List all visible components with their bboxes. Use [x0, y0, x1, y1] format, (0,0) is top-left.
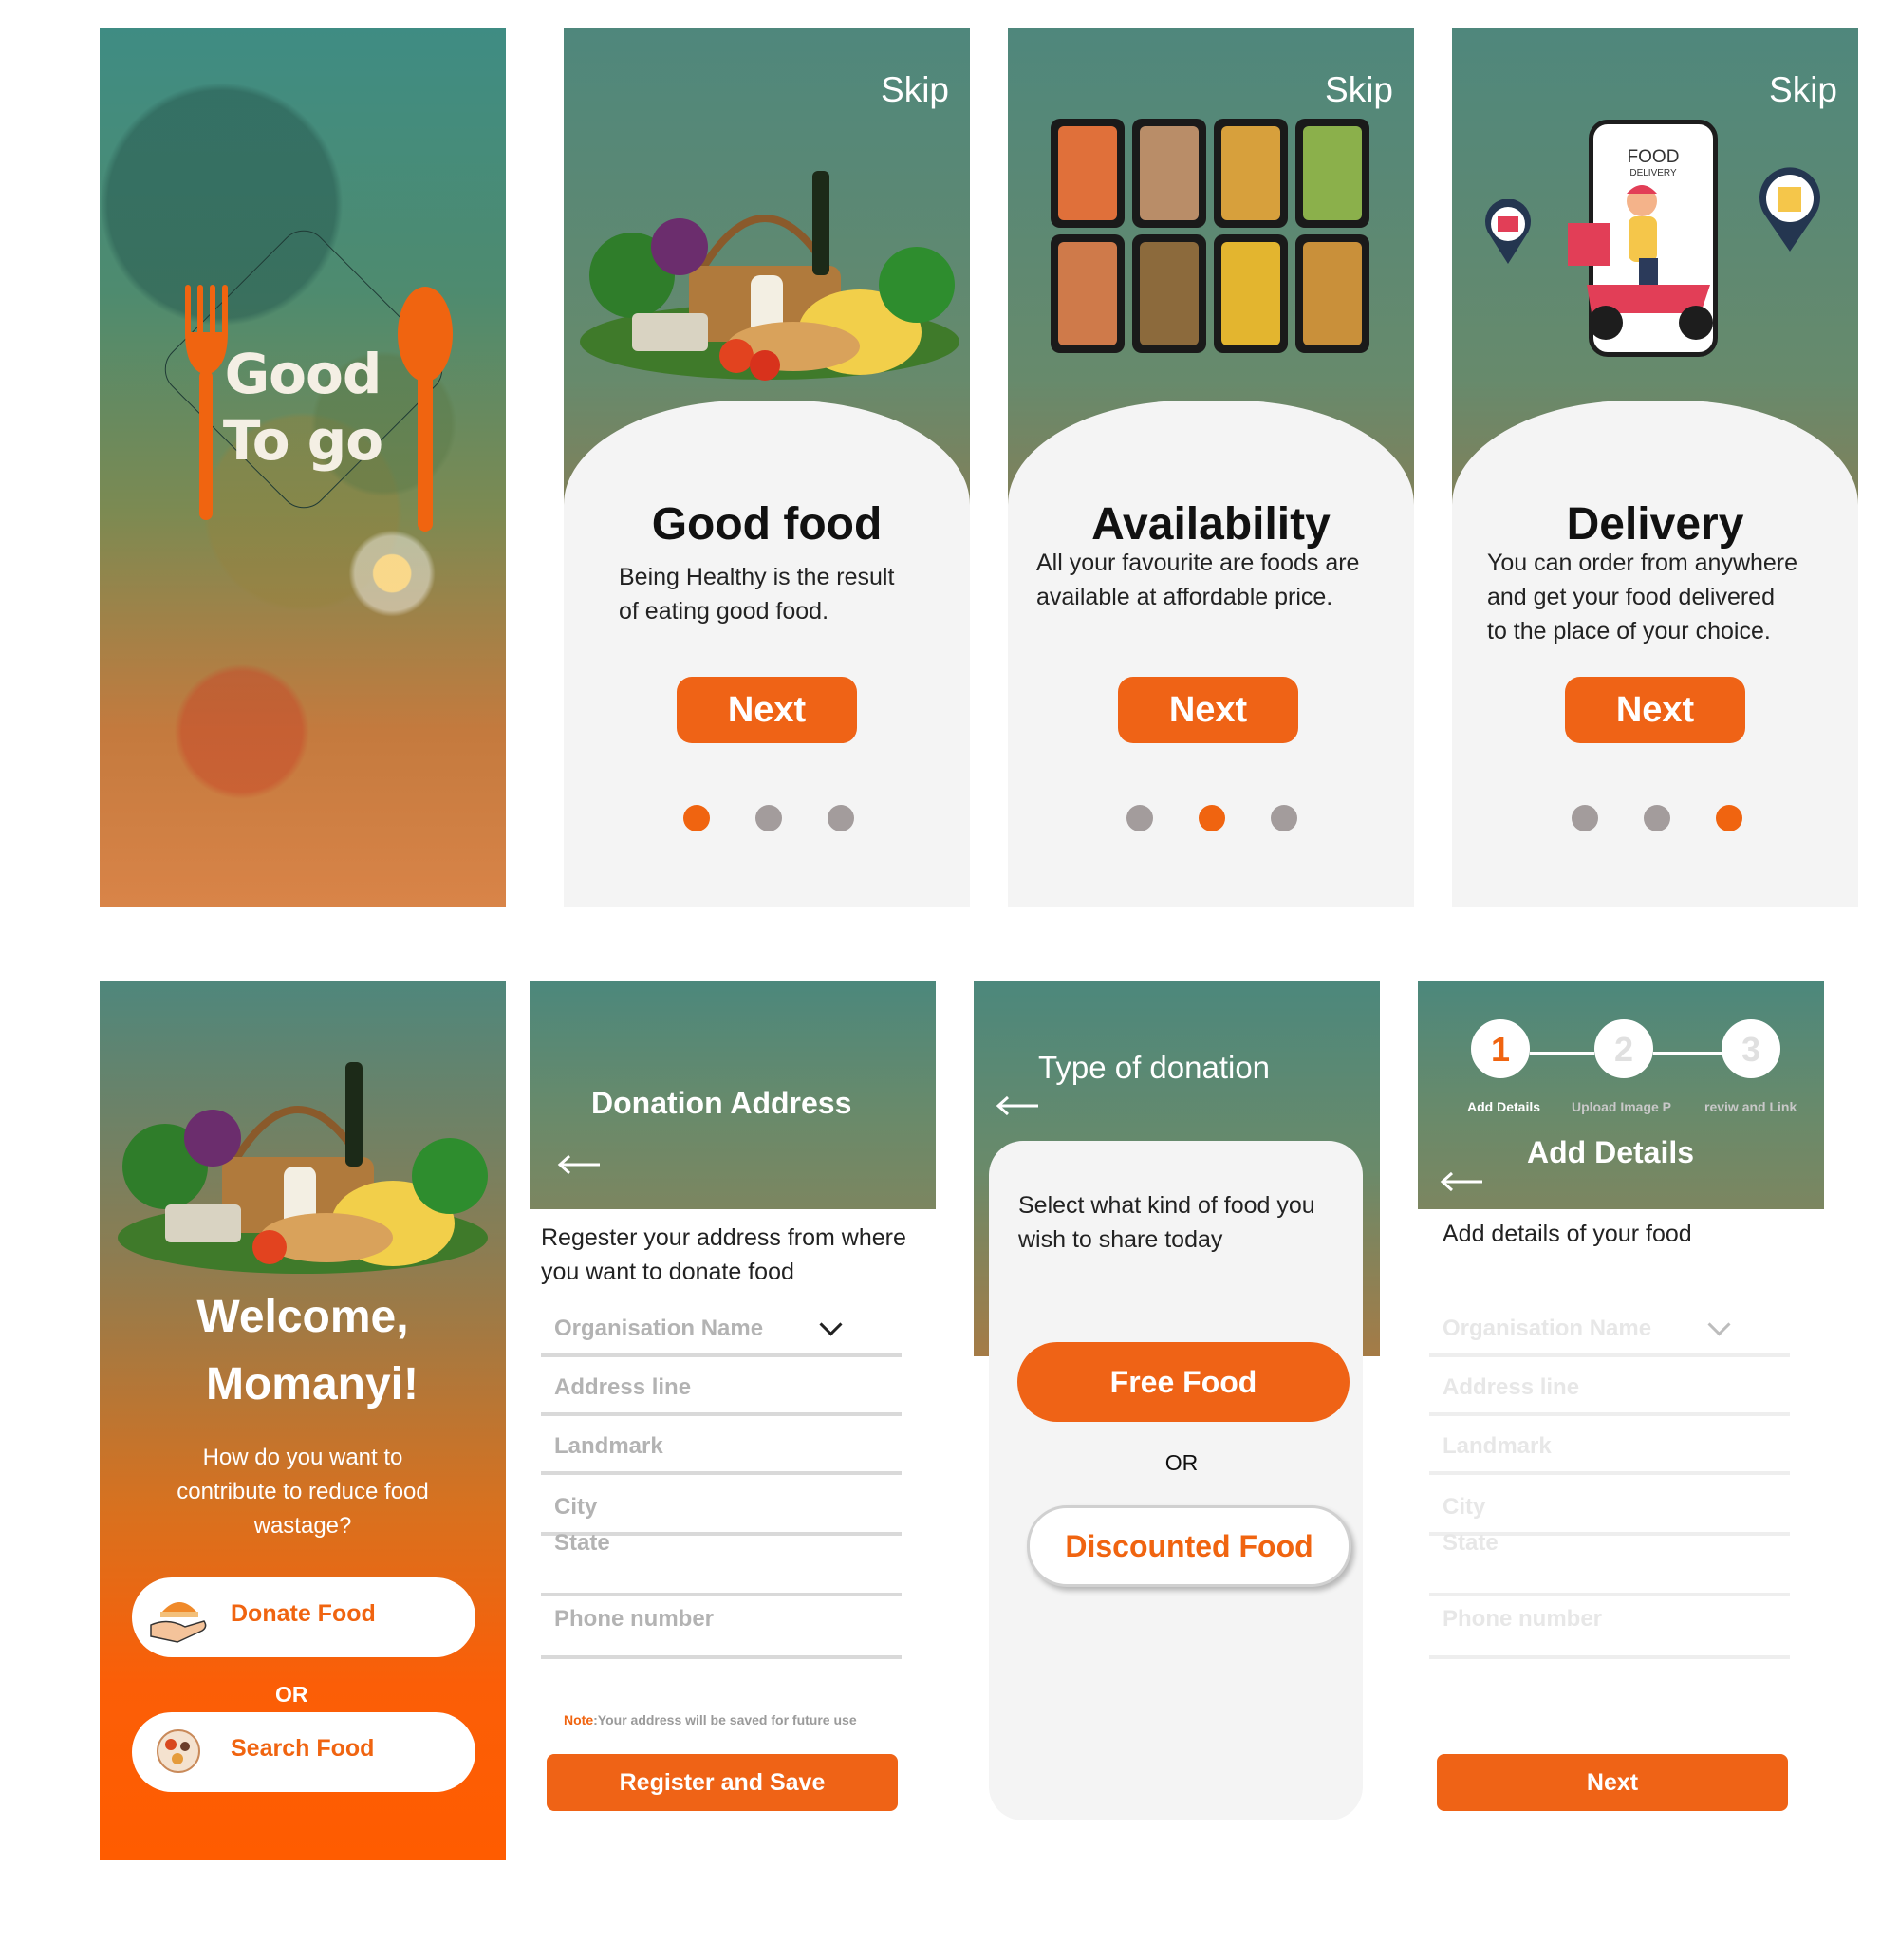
question-line-2: contribute to reduce food [177, 1479, 429, 1504]
onboarding-title: Availability [1091, 499, 1331, 550]
onboarding-title: Good food [651, 499, 883, 550]
or-separator: OR [1164, 1450, 1199, 1475]
page-dot-3[interactable] [828, 805, 854, 831]
page-dot-2[interactable] [1199, 805, 1225, 831]
question-text: How do you want to contribute to reduce … [100, 1441, 506, 1543]
next-button[interactable]: Next [677, 677, 857, 743]
food-plate-icon [157, 1729, 200, 1773]
phone-number-field[interactable]: Phone number [1429, 1600, 1790, 1659]
back-arrow-icon[interactable] [556, 1154, 602, 1175]
next-button[interactable]: Next [1437, 1754, 1788, 1811]
skip-button[interactable]: Skip [1325, 70, 1393, 110]
organisation-name-select[interactable]: Organisation Name [541, 1295, 902, 1357]
question-line-3: wastage? [253, 1513, 352, 1539]
intro-line-1: Regester your address from where [541, 1224, 906, 1251]
prompt-line-2: wish to share today [1018, 1226, 1223, 1253]
page-title: Donation Address [591, 1086, 852, 1120]
intro-text: Add details of your food [1443, 1221, 1692, 1247]
note-label: Note [564, 1712, 594, 1727]
grocery-basket-illustration [118, 1062, 488, 1274]
onboarding-text-line-2: available at affordable price. [1036, 584, 1333, 610]
meal-prep-containers-illustration [1051, 119, 1369, 353]
city-field[interactable]: City [541, 1479, 902, 1536]
onboarding-text-line-3: to the place of your choice. [1487, 618, 1771, 644]
page-dot-2[interactable] [1644, 805, 1670, 831]
onboarding-delivery: Skip FOOD DELIVERY Delivery You can orde… [1452, 28, 1858, 907]
skip-button[interactable]: Skip [881, 70, 949, 110]
phone-line-1: FOOD [1627, 147, 1680, 167]
landmark-field[interactable]: Landmark [1429, 1420, 1790, 1475]
state-field[interactable]: State [1429, 1530, 1790, 1596]
step-connector [1653, 1052, 1722, 1055]
landmark-field[interactable]: Landmark [541, 1420, 902, 1475]
page-dot-3[interactable] [1716, 805, 1742, 831]
next-button[interactable]: Next [1118, 677, 1298, 743]
chevron-down-icon [819, 1313, 843, 1336]
prompt-line-1: Select what kind of food you [1018, 1192, 1315, 1219]
page-title: Add Details [1527, 1135, 1695, 1169]
next-button[interactable]: Next [1565, 677, 1745, 743]
question-line-1: How do you want to [202, 1445, 403, 1470]
donate-food-label: Donate Food [231, 1600, 376, 1627]
note-text: :Your address will be saved for future u… [593, 1712, 857, 1727]
search-food-label: Search Food [231, 1735, 375, 1762]
page-dot-1[interactable] [1126, 805, 1153, 831]
greeting-line-1: Welcome, [196, 1292, 409, 1342]
search-food-button[interactable]: Search Food [132, 1712, 475, 1792]
step-1-indicator[interactable]: 1 [1471, 1019, 1530, 1078]
onboarding-text-line-1: All your favourite are foods are [1036, 550, 1360, 576]
logo-line-1: Good [224, 342, 382, 406]
onboarding-text-line-2: of eating good food. [619, 598, 829, 625]
page-dot-1[interactable] [683, 805, 710, 831]
page-dot-2[interactable] [755, 805, 782, 831]
skip-button[interactable]: Skip [1769, 70, 1837, 110]
register-and-save-button[interactable]: Register and Save [547, 1754, 898, 1811]
greeting-line-2: Momanyi! [205, 1359, 419, 1409]
phone-number-field[interactable]: Phone number [541, 1600, 902, 1659]
city-field[interactable]: City [1429, 1479, 1790, 1536]
onboarding-text-line-1: Being Healthy is the result [619, 564, 895, 590]
courier-pin-icon [1759, 167, 1820, 252]
address-line-field[interactable]: Address line [541, 1361, 902, 1416]
discounted-food-button[interactable]: Discounted Food [1027, 1505, 1351, 1587]
chevron-down-icon [1707, 1313, 1731, 1336]
onboarding-good-food: Skip Good food Being Healthy is the resu… [564, 28, 970, 907]
step-1-label: Add Details [1467, 1099, 1541, 1114]
phone-line-2: DELIVERY [1629, 168, 1677, 178]
back-arrow-icon[interactable] [1439, 1171, 1484, 1192]
step-connector [1530, 1052, 1594, 1055]
step-2-label: Upload Image P [1572, 1099, 1672, 1114]
welcome-screen: Welcome, Momanyi! How do you want to con… [100, 981, 506, 1860]
or-separator: OR [275, 1682, 308, 1707]
step-2-indicator[interactable]: 2 [1594, 1019, 1653, 1078]
free-food-button[interactable]: Free Food [1017, 1342, 1350, 1422]
step-3-indicator[interactable]: 3 [1722, 1019, 1780, 1078]
onboarding-text-line-1: You can order from anywhere [1487, 550, 1798, 576]
page-title: Type of donation [1038, 1050, 1271, 1085]
address-line-field[interactable]: Address line [1429, 1361, 1790, 1416]
delivery-scooter-icon [1568, 185, 1713, 340]
prompt-text: Select what kind of food you wish to sha… [1018, 1188, 1315, 1257]
donate-food-button[interactable]: Donate Food [132, 1577, 475, 1657]
shop-pin-icon [1485, 199, 1531, 264]
save-note: Note:Your address will be saved for futu… [564, 1712, 857, 1727]
back-arrow-icon[interactable] [995, 1095, 1040, 1116]
page-dot-3[interactable] [1271, 805, 1297, 831]
onboarding-text-line-2: and get your food delivered [1487, 584, 1775, 610]
onboarding-title: Delivery [1566, 499, 1744, 550]
grocery-basket-illustration [580, 171, 959, 381]
intro-text: Regester your address from where you wan… [541, 1221, 906, 1289]
intro-line-2: you want to donate food [541, 1259, 794, 1285]
step-3-label: reviw and Link [1704, 1099, 1797, 1114]
organisation-name-select[interactable]: Organisation Name [1429, 1295, 1790, 1357]
donate-hand-icon [150, 1602, 207, 1643]
add-details-screen: 1 2 3 Add Details Upload Image P reviw a… [1418, 981, 1824, 1860]
page-dot-1[interactable] [1572, 805, 1598, 831]
state-field[interactable]: State [541, 1530, 902, 1596]
logo-line-2: To go [222, 408, 383, 473]
splash-screen: Good To go [100, 28, 506, 907]
type-of-donation-screen: Type of donation Select what kind of foo… [974, 981, 1380, 1860]
donation-address-screen: Donation Address Regester your address f… [530, 981, 936, 1860]
onboarding-availability: Skip Availability All your favourite are… [1008, 28, 1414, 907]
